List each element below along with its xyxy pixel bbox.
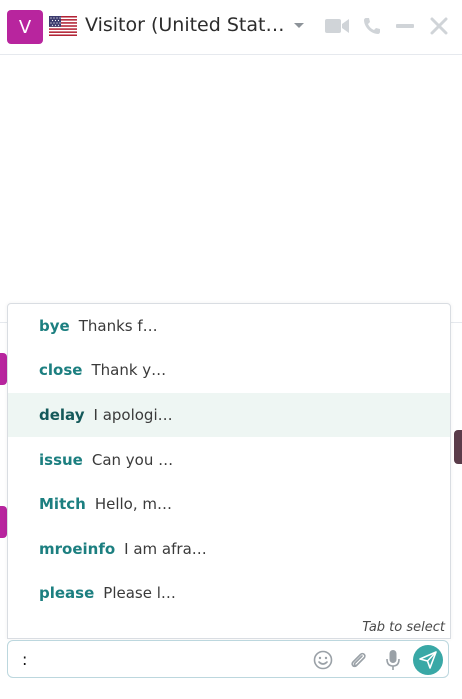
suggestion-text: Thank y… [91, 361, 167, 379]
send-button[interactable] [413, 645, 443, 675]
suggestion-command: please [39, 584, 95, 602]
phone-icon[interactable] [362, 14, 382, 38]
suggestion-item[interactable]: issue Can you … [8, 438, 450, 482]
suggestion-text: Please l… [103, 584, 176, 602]
tab-to-select-hint: Tab to select [362, 620, 445, 635]
suggestion-text: I apologi… [93, 406, 173, 424]
minimize-icon[interactable] [395, 14, 415, 38]
canned-response-suggestions: bye Thanks f… close Thank y… delay I apo… [7, 303, 451, 639]
us-flag-icon [49, 16, 77, 36]
message-marker [454, 430, 462, 464]
suggestion-text: Can you … [91, 451, 174, 469]
suggestion-item-active[interactable]: delay I apologi… [8, 393, 450, 437]
message-marker [0, 353, 7, 385]
suggestion-text: I am afra… [124, 540, 207, 558]
suggestion-text: Thanks f… [78, 317, 158, 335]
message-composer [7, 640, 449, 678]
suggestion-text: Hello, m… [94, 495, 172, 513]
message-marker [0, 506, 7, 538]
suggestion-item[interactable]: mroeinfo I am afra… [8, 527, 450, 571]
emoji-icon[interactable] [312, 648, 334, 672]
suggestion-command: mroeinfo [39, 540, 116, 558]
suggestion-item[interactable]: please Please l… [8, 571, 450, 615]
send-icon [419, 651, 437, 669]
suggestion-command: bye [39, 317, 70, 335]
paperclip-icon[interactable] [347, 648, 369, 672]
avatar[interactable]: V [7, 10, 43, 44]
suggestion-item[interactable]: Mitch Hello, m… [8, 482, 450, 526]
video-camera-icon[interactable] [323, 14, 351, 38]
chevron-down-icon[interactable] [292, 14, 306, 38]
suggestion-command: issue [39, 451, 83, 469]
suggestion-command: Mitch [39, 495, 86, 513]
suggestion-item[interactable]: close Thank y… [8, 348, 450, 392]
suggestion-item[interactable]: bye Thanks f… [8, 304, 450, 348]
chat-window-header: V Visitor (United Stat… [0, 0, 462, 55]
message-input[interactable] [22, 647, 302, 671]
suggestion-command: delay [39, 406, 85, 424]
suggestion-command: close [39, 361, 83, 379]
close-icon[interactable] [429, 14, 449, 38]
microphone-icon[interactable] [382, 648, 404, 672]
chat-title[interactable]: Visitor (United Stat… [85, 14, 284, 36]
